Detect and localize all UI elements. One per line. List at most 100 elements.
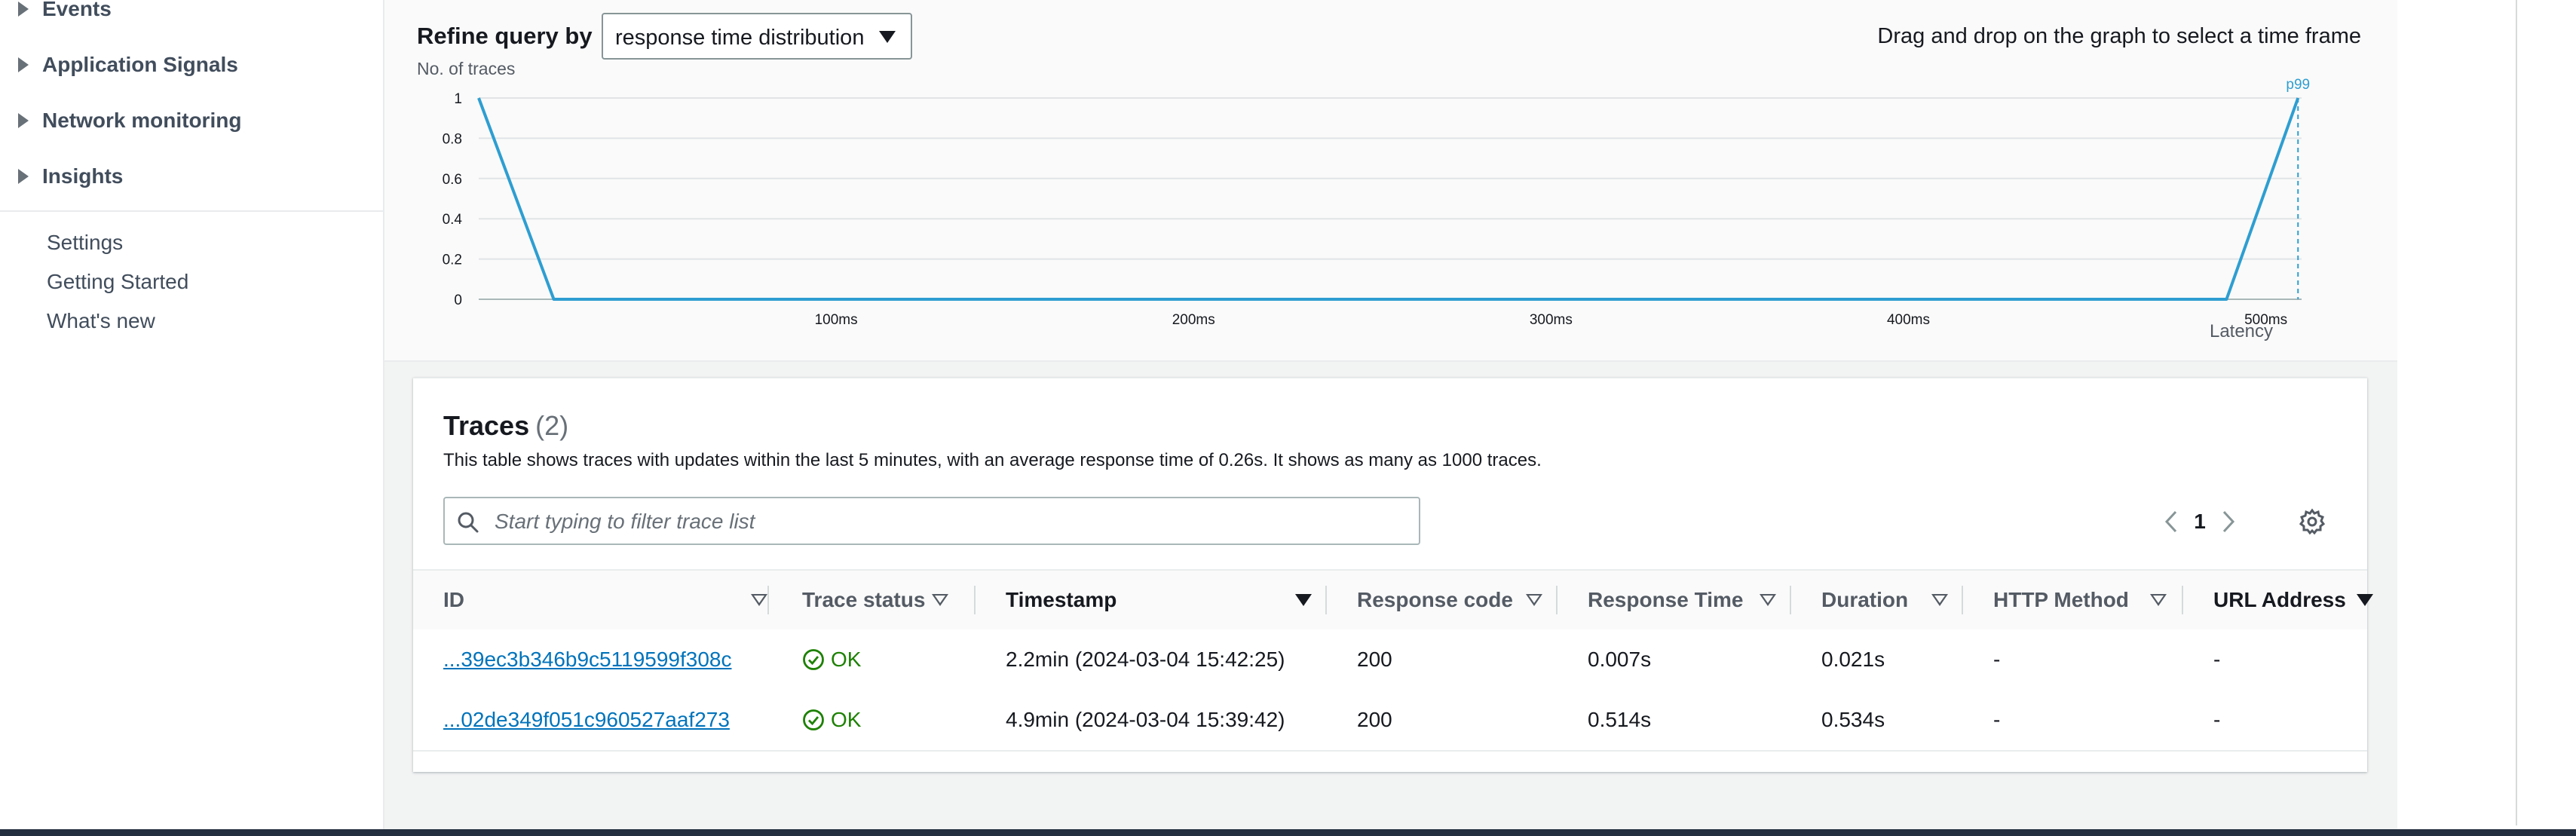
column-header-id[interactable]: ID xyxy=(443,571,767,629)
column-separator[interactable] xyxy=(2182,586,2183,614)
sort-icon xyxy=(2357,594,2373,606)
sidebar-link-whats-new[interactable]: What's new xyxy=(47,309,155,333)
table-header-row: ID Trace status Timestamp Response code … xyxy=(413,569,2373,631)
response-time-chart[interactable]: 00.20.40.60.81 100ms 200ms 300ms 400ms 500ms… xyxy=(384,0,2397,360)
p99-marker-label: p99 xyxy=(2286,77,2310,93)
sidebar-section-label: Application Signals xyxy=(42,53,238,76)
sidebar-section-application-signals[interactable]: Application Signals xyxy=(18,53,238,77)
caret-right-icon xyxy=(18,113,29,128)
y-tick-label: 0 xyxy=(454,292,462,308)
table-row[interactable]: ...39ec3b346b9c5119599f308c OK 2.2min (2… xyxy=(413,629,2367,691)
sidebar-section-insights[interactable]: Insights xyxy=(18,164,123,188)
duration-cell: 0.021s xyxy=(1821,648,1885,671)
response-time-chart-panel: Refine query by response time distributi… xyxy=(384,0,2397,362)
column-header-label: URL Address xyxy=(2213,588,2346,611)
column-header-trace-status[interactable]: Trace status xyxy=(802,571,948,629)
traces-title-text: Traces xyxy=(443,410,530,441)
trace-status-cell: OK xyxy=(802,690,861,750)
sidebar-divider xyxy=(0,210,383,212)
gear-icon xyxy=(2299,508,2326,535)
column-separator[interactable] xyxy=(1556,586,1558,614)
x-tick-label: 200ms xyxy=(1172,312,1215,328)
next-page-button[interactable] xyxy=(2213,505,2244,538)
trace-filter[interactable] xyxy=(443,497,1420,545)
y-tick-label: 0.4 xyxy=(443,212,463,228)
column-header-http-method[interactable]: HTTP Method xyxy=(1993,571,2167,629)
sort-icon xyxy=(932,594,948,606)
sort-descending-icon xyxy=(1295,594,1312,606)
column-header-timestamp[interactable]: Timestamp xyxy=(1006,571,1312,629)
column-header-duration[interactable]: Duration xyxy=(1821,571,1948,629)
caret-right-icon xyxy=(18,57,29,72)
trace-status-text: OK xyxy=(831,708,862,731)
column-header-label: HTTP Method xyxy=(1993,588,2129,611)
trace-id-link[interactable]: ...39ec3b346b9c5119599f308c xyxy=(443,648,731,672)
http-method-cell: - xyxy=(1993,708,2001,731)
sort-icon xyxy=(1526,594,1542,606)
sort-icon xyxy=(751,594,767,606)
x-tick-label: 100ms xyxy=(815,312,858,328)
chart-x-axis-label: Latency xyxy=(2210,321,2273,341)
column-header-label: Response code xyxy=(1357,588,1513,611)
column-separator[interactable] xyxy=(767,586,769,614)
sidebar-section-network-monitoring[interactable]: Network monitoring xyxy=(18,109,241,133)
trace-id-link[interactable]: ...02de349f051c960527aaf273 xyxy=(443,708,730,732)
traces-count: (2) xyxy=(535,410,569,441)
caret-right-icon xyxy=(18,2,29,17)
y-tick-label: 0.6 xyxy=(443,172,462,188)
sidebar-section-label: Insights xyxy=(42,164,124,188)
x-tick-label: 300ms xyxy=(1530,312,1573,328)
caret-right-icon xyxy=(18,169,29,184)
right-gutter xyxy=(2397,0,2576,836)
chart-markers: p99 xyxy=(2286,77,2310,299)
gutter-divider xyxy=(2516,0,2517,825)
traces-panel: Traces (2) This table shows traces with u… xyxy=(413,378,2373,772)
previous-page-button[interactable] xyxy=(2156,505,2186,538)
sidebar-section-events[interactable]: Events xyxy=(18,0,112,21)
search-icon xyxy=(458,512,479,533)
chart-x-ticks: 100ms 200ms 300ms 400ms 500ms xyxy=(815,312,2288,328)
column-header-response-code[interactable]: Response code xyxy=(1357,571,1542,629)
sort-icon xyxy=(1760,594,1776,606)
column-separator[interactable] xyxy=(1962,586,1963,614)
y-tick-label: 0.2 xyxy=(443,253,462,268)
trace-status-text: OK xyxy=(831,648,862,671)
table-row[interactable]: ...02de349f051c960527aaf273 OK 4.9min (2… xyxy=(413,690,2367,752)
check-circle-icon xyxy=(803,709,824,730)
sort-icon xyxy=(2150,594,2167,606)
x-tick-label: 400ms xyxy=(1887,312,1930,328)
trace-id-cell: ...02de349f051c960527aaf273 xyxy=(443,690,730,750)
response-code-cell: 200 xyxy=(1357,708,1392,731)
column-header-label: Timestamp xyxy=(1006,588,1117,611)
current-page-number[interactable]: 1 xyxy=(2186,510,2213,534)
duration-cell: 0.534s xyxy=(1821,708,1885,731)
column-header-url-address[interactable]: URL Address xyxy=(2213,571,2373,629)
sidebar: Events Application Signals Network monit… xyxy=(0,0,384,836)
sidebar-link-getting-started[interactable]: Getting Started xyxy=(47,270,188,294)
http-method-cell: - xyxy=(1993,648,2001,671)
column-header-response-time[interactable]: Response Time xyxy=(1588,571,1776,629)
column-separator[interactable] xyxy=(974,586,976,614)
trace-filter-input[interactable] xyxy=(493,506,1401,537)
timestamp-cell: 4.9min (2024-03-04 15:39:42) xyxy=(1006,708,1285,731)
y-tick-label: 0.8 xyxy=(443,131,462,147)
column-header-label: Duration xyxy=(1821,588,1909,611)
chevron-left-icon xyxy=(2164,510,2177,533)
column-separator[interactable] xyxy=(1325,586,1327,614)
table-preferences-button[interactable] xyxy=(2296,505,2329,538)
response-time-cell: 0.007s xyxy=(1588,648,1652,671)
response-code-cell: 200 xyxy=(1357,648,1392,671)
column-header-label: ID xyxy=(443,588,464,611)
chart-y-ticks: 0 0.2 0.4 0.6 0.8 1 xyxy=(443,91,463,308)
series-line xyxy=(477,97,2300,301)
column-header-label: Response Time xyxy=(1588,588,1744,611)
bottom-bar xyxy=(0,829,2576,836)
column-separator[interactable] xyxy=(1790,586,1791,614)
url-address-cell: - xyxy=(2213,648,2221,671)
traces-description: This table shows traces with updates wit… xyxy=(443,450,1542,470)
chart-grid xyxy=(479,97,2302,300)
sidebar-link-settings[interactable]: Settings xyxy=(47,231,123,255)
traces-title: Traces (2) xyxy=(443,410,568,442)
chart-series xyxy=(477,97,2300,301)
trace-status-cell: OK xyxy=(802,629,861,690)
